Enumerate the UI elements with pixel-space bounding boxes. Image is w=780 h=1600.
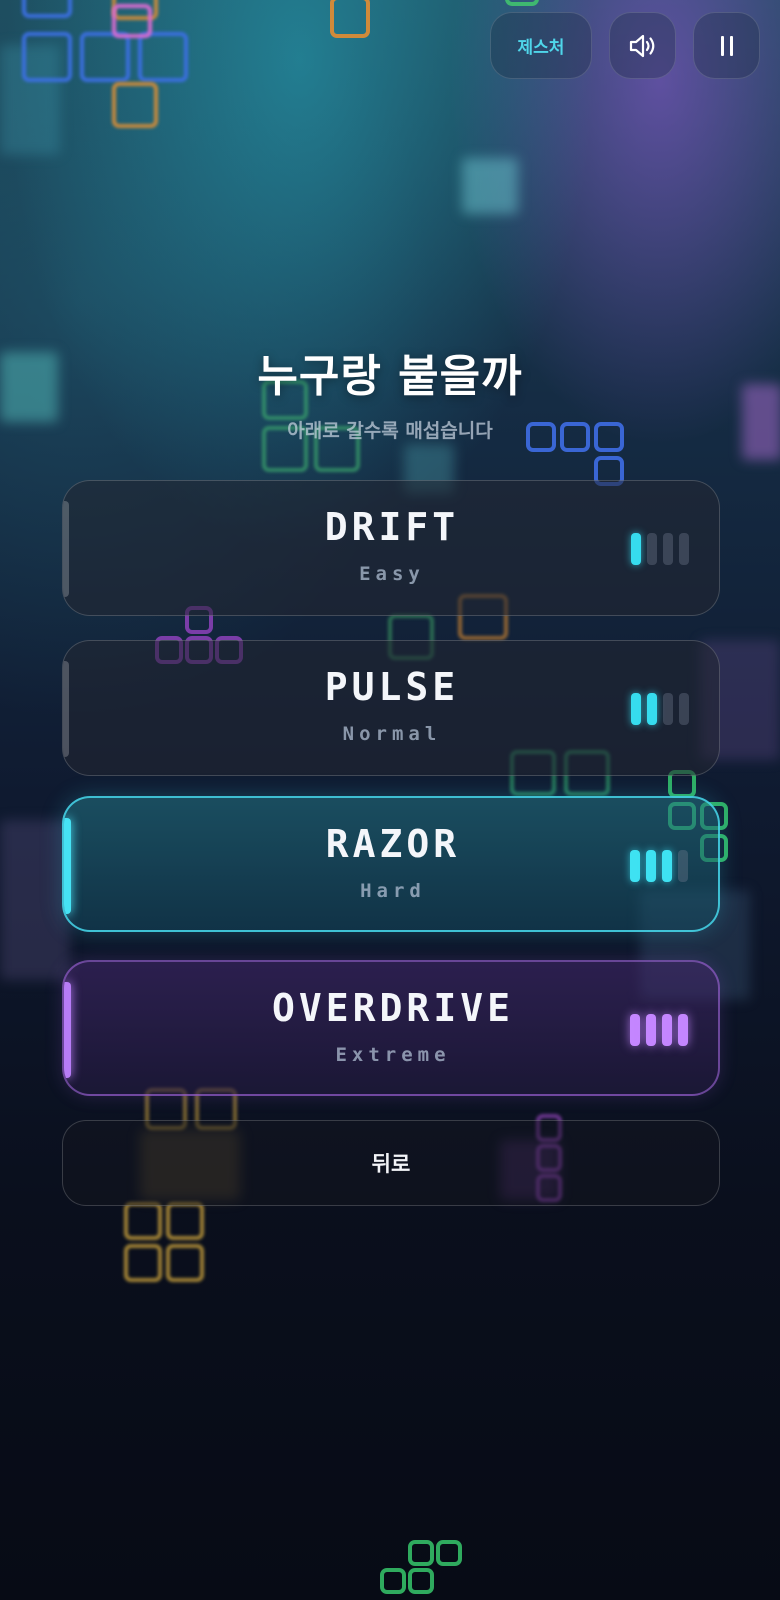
pause-button[interactable] <box>693 12 760 79</box>
gesture-label: 제스처 <box>517 38 565 58</box>
page-title: 누구랑 붙을까 <box>257 351 523 402</box>
difficulty-level: Normal <box>342 723 442 745</box>
back-label: 뒤로 <box>371 1152 411 1176</box>
gesture-button[interactable]: 제스처 <box>490 12 592 79</box>
difficulty-level: Extreme <box>335 1044 451 1066</box>
meter-bar-filled <box>662 850 672 882</box>
meter-bar-filled <box>646 850 656 882</box>
meter-bar-filled <box>631 693 641 725</box>
difficulty-card-pulse[interactable]: PULSE Normal <box>62 640 720 776</box>
meter-bar-empty <box>663 693 673 725</box>
difficulty-level: Hard <box>360 880 426 902</box>
difficulty-name: PULSE <box>324 665 460 709</box>
page-subtitle: 아래로 갈수록 매섭습니다 <box>287 420 493 442</box>
difficulty-meter <box>630 850 688 882</box>
meter-bar-filled <box>630 850 640 882</box>
meter-bar-filled <box>662 1014 672 1046</box>
meter-bar-empty <box>679 693 689 725</box>
sound-button[interactable] <box>609 12 676 79</box>
meter-bar-empty <box>647 533 657 565</box>
difficulty-card-drift[interactable]: DRIFT Easy <box>62 480 720 616</box>
pause-icon <box>720 35 733 56</box>
difficulty-meter <box>631 533 689 565</box>
meter-bar-filled <box>678 1014 688 1046</box>
bg-glow-square <box>0 820 70 980</box>
meter-bar-filled <box>647 693 657 725</box>
difficulty-meter <box>630 1014 688 1046</box>
meter-bar-empty <box>678 850 688 882</box>
meter-bar-filled <box>630 1014 640 1046</box>
difficulty-card-razor[interactable]: RAZOR Hard <box>62 796 720 932</box>
difficulty-name: OVERDRIVE <box>272 986 514 1030</box>
difficulty-name: RAZOR <box>325 822 461 866</box>
speaker-volume-icon <box>629 34 654 57</box>
meter-bar-empty <box>679 533 689 565</box>
back-button[interactable]: 뒤로 <box>62 1120 720 1206</box>
bg-glow-square <box>462 158 518 214</box>
difficulty-meter <box>631 693 689 725</box>
meter-bar-empty <box>663 533 673 565</box>
meter-bar-filled <box>631 533 641 565</box>
difficulty-level: Easy <box>359 563 425 585</box>
difficulty-card-overdrive[interactable]: OVERDRIVE Extreme <box>62 960 720 1096</box>
meter-bar-filled <box>646 1014 656 1046</box>
difficulty-name: DRIFT <box>324 505 460 549</box>
